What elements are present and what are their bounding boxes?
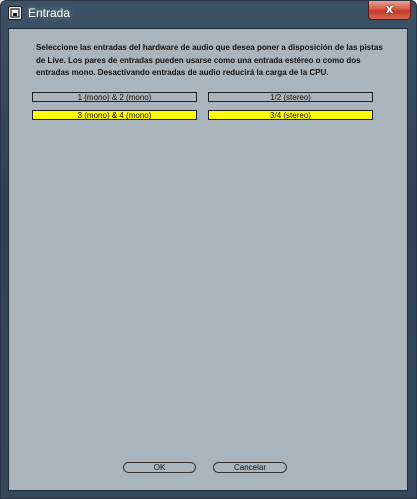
cancel-button[interactable]: Cancelar bbox=[213, 462, 287, 473]
instructions-text: Seleccione las entradas del hardware de … bbox=[36, 43, 383, 77]
title-bar[interactable]: Entrada x bbox=[1, 1, 416, 27]
dialog-body: Seleccione las entradas del hardware de … bbox=[8, 28, 408, 491]
entrada-dialog: Entrada x Seleccione las entradas del ha… bbox=[0, 0, 417, 499]
input-toggle-1-2-mono[interactable]: 1 (mono) & 2 (mono) bbox=[32, 92, 197, 102]
window-title: Entrada bbox=[28, 6, 71, 20]
ok-button[interactable]: OK bbox=[123, 462, 196, 473]
close-button[interactable]: x bbox=[368, 1, 411, 20]
input-toggle-1-2-stereo[interactable]: 1/2 (stereo) bbox=[208, 92, 373, 102]
input-toggle-3-4-mono[interactable]: 3 (mono) & 4 (mono) bbox=[32, 110, 197, 120]
input-toggle-3-4-stereo[interactable]: 3/4 (stereo) bbox=[208, 110, 373, 120]
close-icon: x bbox=[385, 2, 394, 16]
ableton-live-icon bbox=[8, 6, 22, 20]
